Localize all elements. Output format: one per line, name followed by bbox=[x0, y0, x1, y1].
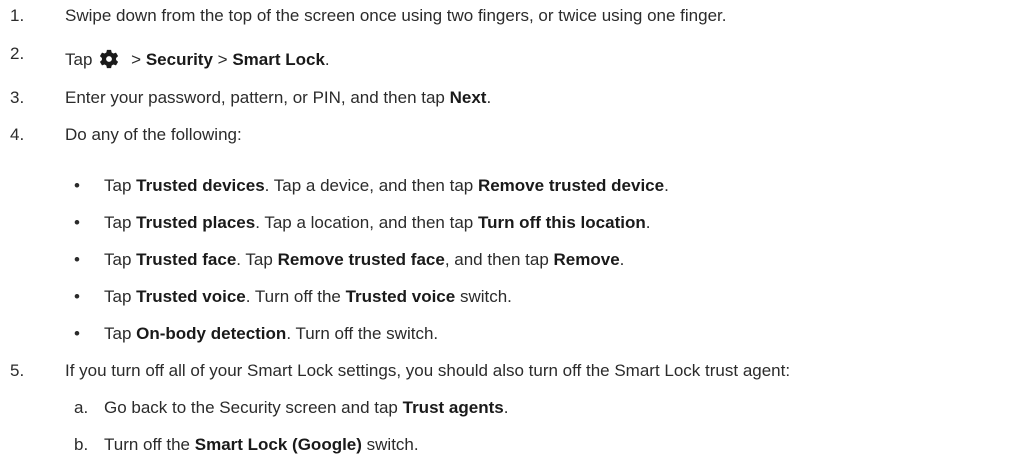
step-text: Swipe down from the top of the screen on… bbox=[65, 6, 727, 25]
bullet-text: Tap On-body detection. Turn off the swit… bbox=[104, 324, 439, 343]
substep-letter: b. bbox=[74, 435, 89, 454]
bullet-marker: • bbox=[74, 250, 80, 269]
step-number: 2. bbox=[10, 44, 25, 63]
bullet-text: Tap Trusted face. Tap Remove trusted fac… bbox=[104, 250, 625, 269]
substep-text: Turn off the Smart Lock (Google) switch. bbox=[104, 435, 419, 454]
bullet-marker: • bbox=[74, 287, 80, 306]
step-text: If you turn off all of your Smart Lock s… bbox=[65, 361, 791, 380]
step-number: 3. bbox=[10, 88, 25, 107]
bullet-marker: • bbox=[74, 324, 80, 343]
step-number: 4. bbox=[10, 125, 25, 144]
step-text: Do any of the following: bbox=[65, 125, 242, 144]
step-text: Enter your password, pattern, or PIN, an… bbox=[65, 88, 492, 107]
gear-icon bbox=[100, 49, 119, 69]
bullet-marker: • bbox=[74, 176, 80, 195]
bullet-text: Tap Trusted voice. Turn off the Trusted … bbox=[104, 287, 512, 306]
step-text: Tap > Security > Smart Lock. bbox=[65, 49, 330, 69]
substep-text: Go back to the Security screen and tap T… bbox=[104, 398, 509, 417]
bullet-marker: • bbox=[74, 213, 80, 232]
substep-letter: a. bbox=[74, 398, 89, 417]
step-number: 1. bbox=[10, 6, 25, 25]
bullet-text: Tap Trusted devices. Tap a device, and t… bbox=[104, 176, 669, 195]
step-number: 5. bbox=[10, 361, 25, 380]
bullet-text: Tap Trusted places. Tap a location, and … bbox=[104, 213, 651, 232]
